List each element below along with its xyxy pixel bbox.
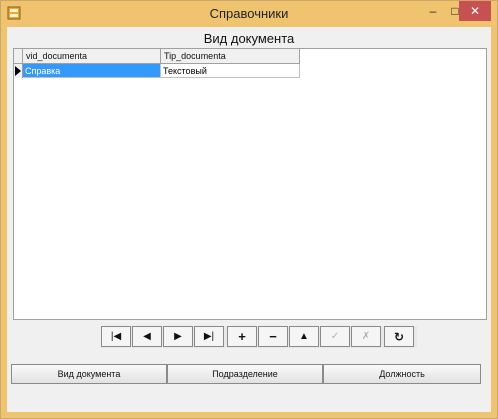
- check-icon: ✓: [330, 331, 340, 342]
- row-indicator: [14, 64, 23, 78]
- prior-record-icon: ◀: [143, 331, 151, 342]
- nav-insert-button[interactable]: +: [227, 326, 257, 347]
- minimize-button[interactable]: –: [421, 1, 445, 21]
- edit-icon: ▲: [299, 331, 309, 342]
- nav-first-button[interactable]: |◀: [101, 326, 131, 347]
- refresh-icon: ↻: [393, 329, 405, 344]
- minus-icon: −: [269, 329, 277, 344]
- reference-tabs: Вид документа Подразделение Должность: [11, 364, 487, 384]
- close-button[interactable]: ✕: [459, 1, 491, 21]
- nav-next-button[interactable]: ▶: [163, 326, 193, 347]
- plus-icon: +: [238, 329, 246, 344]
- current-row-arrow-icon: [15, 66, 21, 76]
- first-record-icon: |◀: [110, 331, 122, 342]
- tab-podrazdelenie[interactable]: Подразделение: [167, 364, 323, 384]
- next-record-icon: ▶: [174, 331, 182, 342]
- data-grid[interactable]: vid_documenta Tip_documenta Справка Текс…: [13, 48, 487, 320]
- db-navigator: |◀ ◀ ▶ ▶| + − ▲ ✓ ✗ ↻: [101, 326, 417, 348]
- tab-vid-dokumenta[interactable]: Вид документа: [11, 364, 167, 384]
- grid-header: vid_documenta Tip_documenta: [14, 49, 300, 64]
- table-cell[interactable]: Текстовый: [161, 64, 300, 78]
- nav-cancel-button[interactable]: ✗: [351, 326, 381, 347]
- nav-post-button[interactable]: ✓: [320, 326, 350, 347]
- app-window: Справочники – □ ✕ Вид документа vid_docu…: [0, 0, 498, 419]
- column-header-tip-documenta[interactable]: Tip_documenta: [161, 49, 300, 63]
- nav-edit-button[interactable]: ▲: [289, 326, 319, 347]
- header-indicator-cell: [14, 49, 23, 63]
- nav-prior-button[interactable]: ◀: [132, 326, 162, 347]
- title-bar[interactable]: Справочники – □ ✕: [1, 1, 497, 27]
- nav-last-button[interactable]: ▶|: [194, 326, 224, 347]
- table-cell[interactable]: Справка: [23, 64, 161, 78]
- nav-delete-button[interactable]: −: [258, 326, 288, 347]
- column-header-vid-documenta[interactable]: vid_documenta: [23, 49, 161, 63]
- nav-refresh-button[interactable]: ↻: [384, 326, 414, 347]
- grid-caption: Вид документа: [203, 31, 295, 46]
- tab-dolzhnost[interactable]: Должность: [323, 364, 481, 384]
- last-record-icon: ▶|: [203, 331, 215, 342]
- cancel-icon: ✗: [361, 331, 371, 342]
- table-row[interactable]: Справка Текстовый: [14, 64, 300, 78]
- client-area: Вид документа vid_documenta Tip_document…: [7, 27, 491, 412]
